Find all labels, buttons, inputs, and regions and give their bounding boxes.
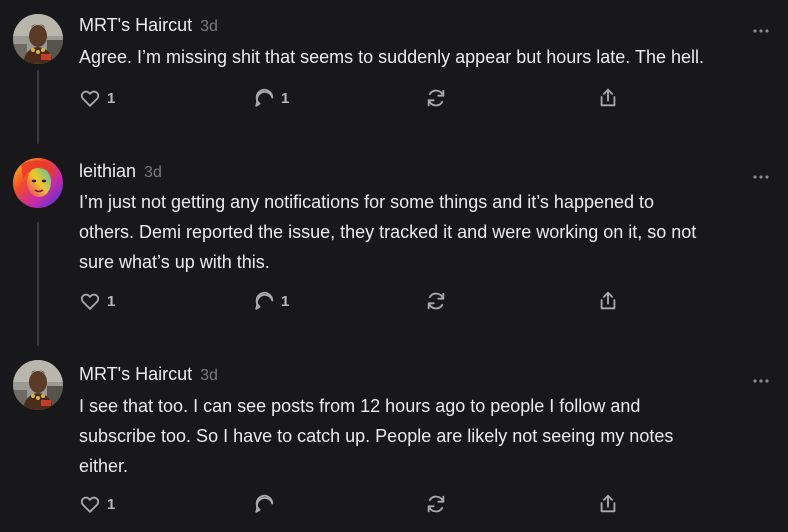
timestamp: 3d	[200, 367, 218, 384]
ellipsis-icon	[753, 175, 769, 179]
comment-actions: 1 1	[79, 86, 779, 110]
reply-count: 1	[281, 89, 290, 107]
like-count: 1	[107, 89, 116, 107]
share-icon	[600, 494, 616, 513]
restack-icon	[427, 89, 445, 107]
comment-actions: 1 1	[79, 289, 779, 313]
author-name-label[interactable]: leithian	[79, 161, 136, 181]
comment-bubble-icon	[255, 88, 274, 107]
author-name[interactable]: MRT's Haircut 3d	[79, 364, 218, 385]
comment-bubble-icon	[255, 494, 274, 513]
heart-icon	[80, 293, 100, 310]
restack-icon	[427, 495, 445, 513]
timestamp: 3d	[144, 164, 162, 181]
comment-bubble-icon	[255, 291, 274, 310]
restack-button[interactable]	[425, 492, 447, 516]
share-button[interactable]	[597, 86, 619, 110]
share-icon	[600, 88, 616, 107]
like-button[interactable]: 1	[79, 289, 115, 313]
avatar[interactable]	[13, 14, 63, 64]
share-button[interactable]	[597, 289, 619, 313]
rainbow-portrait-avatar-icon	[13, 158, 63, 208]
more-options-button[interactable]	[752, 167, 770, 179]
comment-body: I see that too. I can see posts from 12 …	[79, 396, 674, 476]
author-name-label[interactable]: MRT's Haircut	[79, 15, 192, 35]
like-count: 1	[107, 495, 116, 513]
more-options-button[interactable]	[752, 371, 770, 383]
ellipsis-icon	[753, 379, 769, 383]
restack-button[interactable]	[425, 86, 447, 110]
reply-button[interactable]: 1	[253, 289, 289, 313]
avatar[interactable]	[13, 158, 63, 208]
comment-thread: MRT's Haircut 3d Agree. I’m missing shit …	[0, 0, 788, 532]
more-options-button[interactable]	[752, 21, 770, 33]
avatar[interactable]	[13, 360, 63, 410]
reply-count: 1	[281, 292, 290, 310]
comment-actions: 1	[79, 492, 779, 516]
photo-avatar-icon	[13, 14, 63, 64]
like-button[interactable]: 1	[79, 86, 115, 110]
photo-avatar-icon	[13, 360, 63, 410]
share-icon	[600, 291, 616, 310]
comment: MRT's Haircut 3d Agree. I’m missing shit …	[0, 0, 788, 140]
timestamp: 3d	[200, 18, 218, 35]
comment: leithian 3d I’m just not getting any noti…	[0, 145, 788, 345]
comment-body: I’m just not getting any notifications f…	[79, 192, 697, 272]
heart-icon	[80, 90, 100, 107]
author-name[interactable]: leithian 3d	[79, 161, 162, 182]
restack-button[interactable]	[425, 289, 447, 313]
author-name[interactable]: MRT's Haircut 3d	[79, 15, 218, 36]
like-button[interactable]: 1	[79, 492, 115, 516]
reply-button[interactable]: 1	[253, 86, 289, 110]
comment: MRT's Haircut 3d I see that too. I can se…	[0, 349, 788, 532]
like-count: 1	[107, 292, 116, 310]
share-button[interactable]	[597, 492, 619, 516]
comment-body: Agree. I’m missing shit that seems to su…	[79, 47, 704, 67]
author-name-label[interactable]: MRT's Haircut	[79, 364, 192, 384]
reply-button[interactable]	[253, 492, 281, 516]
restack-icon	[427, 292, 445, 310]
heart-icon	[80, 496, 100, 513]
ellipsis-icon	[753, 29, 769, 33]
